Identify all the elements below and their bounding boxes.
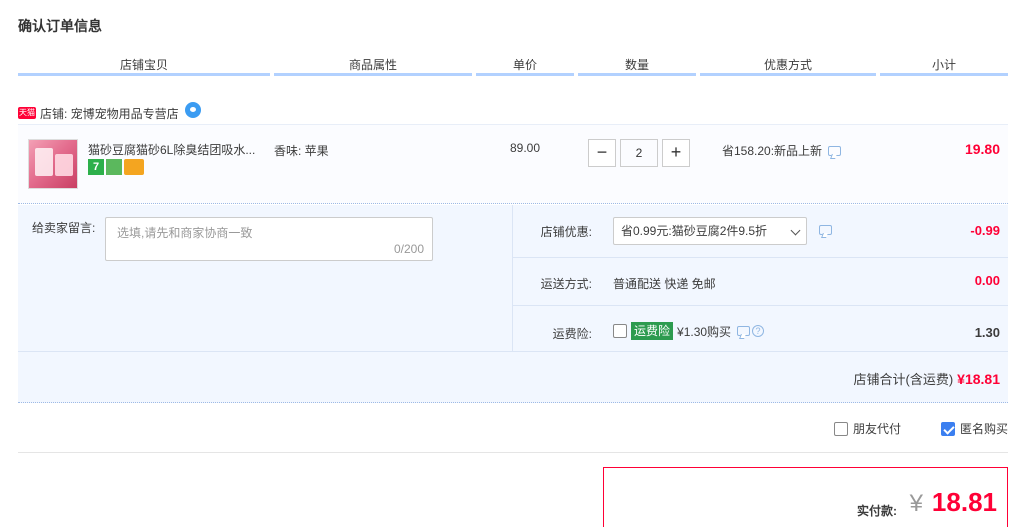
- item-subtotal: 19.80: [964, 141, 1000, 157]
- shop-discount-label: 店铺优惠:: [540, 225, 592, 239]
- shipping-method: 普通配送 快递 免邮: [613, 277, 716, 291]
- unit-price: 89.00: [509, 141, 541, 155]
- payment-amount: 18.81: [931, 487, 997, 517]
- comment-icon[interactable]: [828, 145, 842, 156]
- payment-currency: ¥: [909, 490, 923, 517]
- promotion-text: 省158.20:新品上新: [722, 144, 823, 158]
- seller-message-label: 给卖家留言:: [32, 221, 96, 235]
- anonymous-label: 匿名购买: [959, 422, 1008, 436]
- insurance-price: ¥1.30购买: [677, 324, 732, 339]
- shipping-label: 运送方式:: [540, 277, 592, 291]
- column-discount: 优惠方式: [700, 56, 876, 76]
- column-shop-item: 店铺宝贝: [18, 56, 270, 76]
- insurance-option: 运费险 ¥1.30购买 ?: [613, 322, 765, 340]
- insurance-checkbox[interactable]: [613, 324, 627, 338]
- tmall-icon: 天猫: [18, 107, 36, 119]
- payment-options: 朋友代付 匿名购买: [833, 420, 1008, 437]
- product-attribute: 香味: 苹果: [274, 144, 329, 158]
- chevron-down-icon: [790, 225, 801, 236]
- seven-day-return-icon[interactable]: 7: [88, 159, 104, 175]
- promotion-info: 省158.20:新品上新: [722, 142, 842, 159]
- column-subtotal: 小计: [880, 56, 1008, 76]
- seller-message-placeholder: 选填,请先和商家协商一致: [117, 226, 253, 240]
- insurance-label: 运费险:: [552, 327, 592, 341]
- payment-summary: 实付款: ¥ 18.81: [603, 467, 1008, 527]
- column-unit-price: 单价: [476, 56, 574, 76]
- friend-pay-checkbox[interactable]: [833, 421, 848, 436]
- quantity-input[interactable]: 2: [620, 139, 658, 167]
- insurance-amount: 1.30: [974, 325, 1000, 340]
- shop-total-label: 店铺合计(含运费): [853, 372, 954, 387]
- shop-total-amount: ¥18.81: [957, 371, 1000, 387]
- chat-contact-icon[interactable]: [184, 102, 201, 118]
- quantity-stepper: − 2 +: [588, 139, 690, 167]
- shop-discount-select[interactable]: 省0.99元:猫砂豆腐2件9.5折: [613, 217, 807, 245]
- product-title[interactable]: 猫砂豆腐猫砂6L除臭结团吸水...: [88, 141, 263, 158]
- column-attribute: 商品属性: [274, 56, 472, 76]
- section-divider: [18, 452, 1008, 453]
- payment-label: 实付款:: [857, 504, 897, 518]
- page-title: 确认订单信息: [18, 18, 102, 34]
- shop-name[interactable]: 店铺: 宠博宠物用品专营店: [40, 105, 179, 122]
- friend-pay-option[interactable]: 朋友代付: [833, 420, 901, 437]
- anonymous-checkbox[interactable]: [940, 421, 955, 436]
- anonymous-option[interactable]: 匿名购买: [940, 420, 1008, 437]
- seller-message-input[interactable]: 选填,请先和商家协商一致 0/200: [105, 217, 433, 261]
- column-header: 店铺宝贝 商品属性 单价 数量 优惠方式 小计: [18, 56, 1008, 76]
- insurance-tag: 运费险: [631, 322, 674, 340]
- row-divider: [512, 305, 1008, 306]
- seller-message-counter: 0/200: [393, 242, 424, 256]
- comment-icon[interactable]: [737, 326, 751, 336]
- shop-discount-selected: 省0.99元:猫砂豆腐2件9.5折: [621, 224, 768, 238]
- credit-card-icon[interactable]: [124, 159, 144, 175]
- column-quantity: 数量: [578, 56, 696, 76]
- quality-guarantee-icon[interactable]: [106, 159, 122, 175]
- help-icon[interactable]: ?: [752, 325, 765, 337]
- row-divider: [512, 257, 1008, 258]
- row-divider: [18, 351, 1008, 352]
- shop-discount-amount: -0.99: [970, 223, 1000, 238]
- quantity-decrease-button[interactable]: −: [588, 139, 616, 167]
- product-thumbnail[interactable]: [28, 139, 78, 189]
- shop-total: 店铺合计(含运费) ¥18.81: [854, 369, 1001, 388]
- shipping-amount: 0.00: [974, 273, 1000, 288]
- quantity-increase-button[interactable]: +: [662, 139, 690, 167]
- comment-icon[interactable]: [819, 225, 832, 235]
- shop-line: 天猫 店铺: 宠博宠物用品专营店: [18, 102, 201, 122]
- order-detail-panel: 给卖家留言: 选填,请先和商家协商一致 0/200 店铺优惠: 省0.99元:猫…: [18, 205, 1008, 403]
- service-badges: 7: [88, 159, 144, 175]
- friend-pay-label: 朋友代付: [852, 422, 901, 436]
- order-item-row: 猫砂豆腐猫砂6L除臭结团吸水... 7 香味: 苹果 89.00 − 2 + 省…: [18, 124, 1008, 204]
